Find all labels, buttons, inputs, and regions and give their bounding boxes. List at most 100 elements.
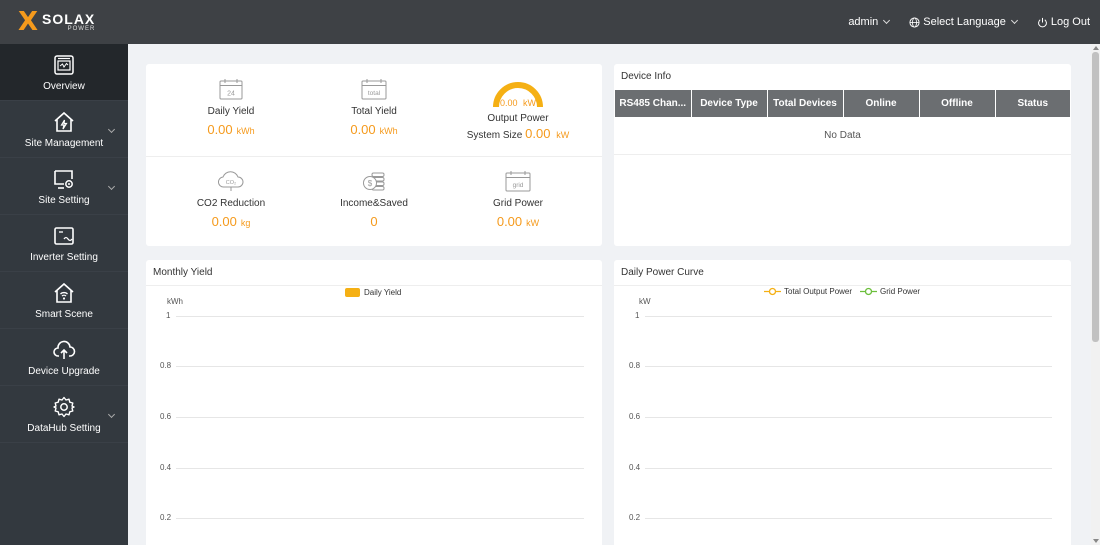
column-header-device-type[interactable]: Device Type [691,90,768,117]
sidebar-item-label: Smart Scene [35,309,93,320]
user-name: admin [848,16,879,28]
gridline [645,366,1052,367]
legend-swatch [345,288,360,297]
co2-unit: kg [240,218,251,228]
logout-button[interactable]: Log Out [1037,16,1090,28]
column-header-offline[interactable]: Offline [919,90,996,117]
overview-icon [53,52,75,78]
daily-power-curve-title: Daily Power Curve [614,260,1071,286]
sidebar-item-datahub-setting[interactable]: DataHub Setting [0,386,128,443]
grid-power-stat: grid Grid Power 0.00 kW [445,168,591,229]
income-value: 0 [370,214,378,229]
y-axis-unit: kWh [167,297,183,306]
sidebar-item-label: Device Upgrade [28,366,100,377]
legend-line-marker-icon [764,287,781,296]
sidebar-item-device-upgrade[interactable]: Device Upgrade [0,329,128,386]
brand-sub: POWER [67,26,96,32]
table-header-row: RS485 Chan... Device Type Total Devices … [615,90,1070,117]
y-tick: 0.8 [160,361,172,370]
y-tick: 1 [166,311,171,320]
daily-yield-value: 0.00 [207,122,233,137]
y-tick: 0.6 [629,412,641,421]
total-yield-stat: total Total Yield 0.00 kWh [301,76,447,137]
daily-yield-unit: kWh [236,126,255,136]
monthly-yield-title: Monthly Yield [146,260,602,286]
page-scrollbar[interactable] [1091,44,1100,545]
gridline [176,468,584,469]
sidebar-item-site-setting[interactable]: Site Setting [0,158,128,215]
y-tick: 0.6 [160,412,172,421]
y-tick: 0.4 [160,463,172,472]
total-yield-unit: kWh [379,126,398,136]
device-info-title: Device Info [621,71,672,82]
divider [146,156,602,157]
y-axis-unit: kW [639,297,651,306]
chart-legend: Total Output Power Grid Power [764,287,920,296]
legend-item-grid-power[interactable]: Grid Power [860,287,920,296]
scroll-up-arrow-icon[interactable] [1093,46,1099,50]
output-power-stat: 0.00 kW Output Power System Size 0.00 kW [445,78,591,141]
sidebar: Overview Site Management Site Setting In… [0,44,128,545]
monthly-yield-card: Monthly Yield Daily Yield kWh 1 0.8 0.6 … [146,260,602,545]
chevron-down-icon [107,125,116,134]
column-header-status[interactable]: Status [995,90,1070,117]
sidebar-item-site-management[interactable]: Site Management [0,101,128,158]
top-bar: X SOLAX POWER admin Select Language Log … [0,0,1100,44]
y-tick: 0.2 [629,513,641,522]
co2-label: CO2 Reduction [196,198,266,209]
y-tick: 0.2 [160,513,172,522]
gridline [176,518,584,519]
co2-value: 0.00 [211,214,237,229]
scroll-down-arrow-icon[interactable] [1093,539,1099,543]
logout-label: Log Out [1050,16,1090,28]
language-selector[interactable]: Select Language [909,16,1018,28]
scroll-thumb[interactable] [1092,52,1099,342]
sidebar-item-label: Site Management [24,138,104,149]
sidebar-item-overview[interactable]: Overview [0,44,128,101]
power-icon [1037,17,1047,27]
co2-reduction-stat: CO₂ CO2 Reduction 0.00 kg [158,168,304,229]
gridline [176,316,584,317]
smart-home-icon [52,280,76,306]
system-size-value: 0.00 [525,126,551,141]
device-info-card: Device Info RS485 Chan... Device Type To… [614,64,1071,246]
co2-cloud-icon: CO₂ [158,168,304,194]
gridline [645,518,1052,519]
sidebar-item-inverter-setting[interactable]: Inverter Setting [0,215,128,272]
column-header-total-devices[interactable]: Total Devices [767,90,844,117]
svg-text:total: total [368,90,381,97]
globe-icon [909,16,920,28]
y-tick: 0.4 [629,463,641,472]
device-table: RS485 Chan... Device Type Total Devices … [615,90,1070,117]
column-header-online[interactable]: Online [843,90,920,117]
sidebar-item-label: DataHub Setting [27,423,101,434]
sidebar-item-label: Site Setting [38,195,90,206]
power-gauge: 0.00 kW [445,78,591,110]
daily-yield-stat: 24 Daily Yield 0.00 kWh [158,76,304,137]
sidebar-item-smart-scene[interactable]: Smart Scene [0,272,128,329]
grid-power-value: 0.00 [496,214,523,229]
column-header-rs485[interactable]: RS485 Chan... [615,90,692,117]
gridline [176,366,584,367]
legend-label: Grid Power [880,287,921,296]
calendar-total-icon: total [301,76,447,102]
output-power-label: Output Power [487,113,549,124]
svg-text:CO₂: CO₂ [226,180,236,186]
gauge-value: 0.00 [499,98,518,108]
legend-item-total-output[interactable]: Total Output Power [764,287,852,296]
grid-power-label: Grid Power [492,198,543,209]
legend-label: Total Output Power [784,287,853,296]
sidebar-item-label: Inverter Setting [30,252,98,263]
user-menu[interactable]: admin [848,16,891,28]
summary-card: 24 Daily Yield 0.00 kWh total Total Yield… [146,64,602,246]
language-label: Select Language [923,16,1006,28]
solax-logo[interactable]: X SOLAX POWER [0,0,128,44]
gear-icon [52,394,76,420]
chevron-down-icon [107,410,116,419]
svg-text:grid: grid [513,182,524,189]
logo-x-icon: X [18,7,39,37]
income-label: Income&Saved [340,198,408,209]
chart-legend[interactable]: Daily Yield [345,288,401,297]
inverter-icon [52,223,76,249]
svg-text:$: $ [368,179,373,188]
